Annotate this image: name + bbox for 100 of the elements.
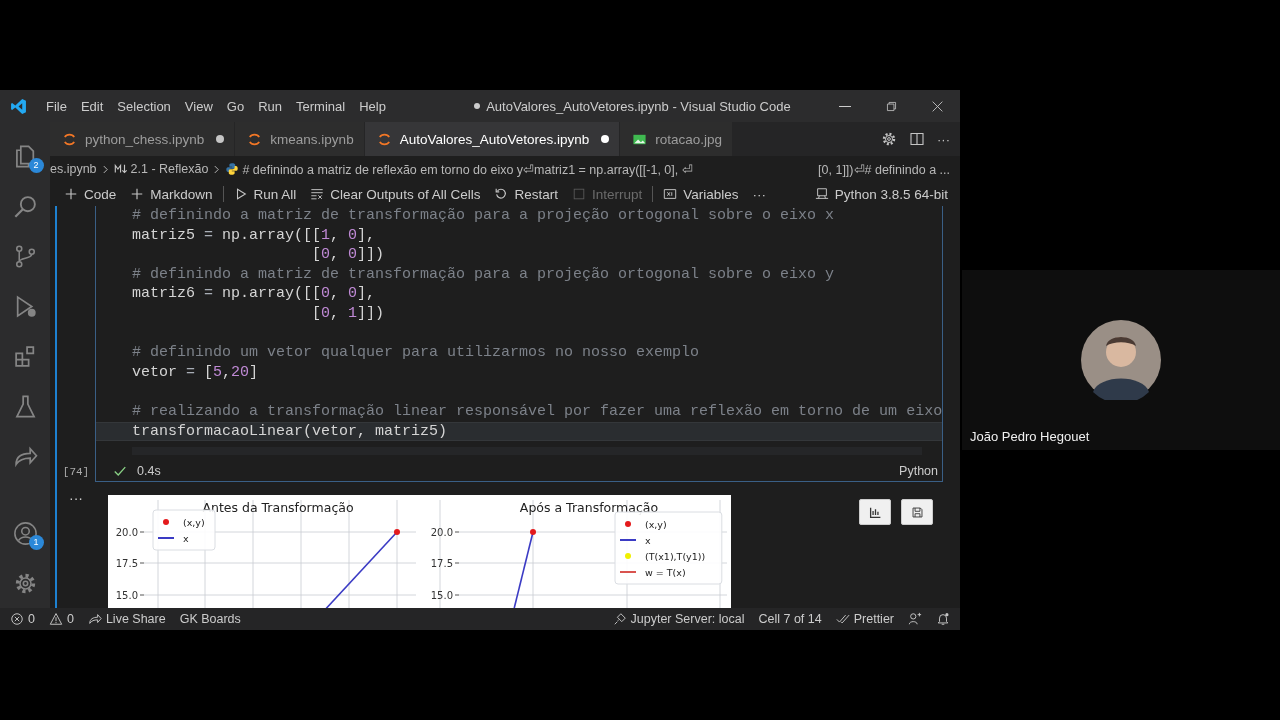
toolbar-button[interactable]: Restart (488, 183, 564, 205)
status-item[interactable]: Prettier (835, 612, 894, 626)
notebook-icon (62, 131, 77, 147)
status-item[interactable]: 0 (10, 612, 35, 626)
menu-item[interactable]: Terminal (289, 98, 353, 114)
person-icon (908, 612, 922, 626)
legend-label: w = T(x) (645, 566, 686, 578)
notification-badge: 1 (28, 535, 44, 550)
status-item[interactable]: Jupyter Server: local (612, 612, 745, 626)
tick-label: 15.0 (430, 590, 453, 602)
menu-item[interactable]: Help (352, 98, 393, 114)
cell-language[interactable]: Python (899, 464, 938, 479)
toolbar-button[interactable]: Markdown (124, 183, 219, 205)
notification-badge: 2 (28, 158, 44, 173)
tick-label: 15.0 (115, 590, 138, 602)
execution-count: [74] (62, 466, 90, 479)
participant-name: João Pedro Hegouet (970, 429, 1090, 444)
restore-icon (884, 99, 898, 113)
code-cell[interactable] (95, 206, 943, 483)
error-icon (10, 612, 24, 626)
plus-icon (64, 187, 78, 201)
code-line: # definindo a matriz de transformação para a projeção ortogonal sobre o eixo x (132, 207, 835, 224)
code-line: [0, 0]]) (311, 246, 385, 264)
code-line: # realizando a transformação linear responsável por fazer uma reflexão em torno de um eixo (132, 402, 943, 420)
legend-label: (T(x1),T(y1)) (645, 550, 706, 562)
toolbar-button[interactable]: Run All (227, 183, 303, 205)
status-item[interactable] (908, 612, 922, 626)
status-item[interactable]: Live Share (87, 612, 166, 626)
menu-item[interactable]: View (177, 98, 220, 114)
minimize-icon (839, 105, 851, 107)
code-line: matriz5 = np.array([[1, 0], (132, 226, 376, 244)
plot-title: Antes da Transformação (202, 500, 354, 516)
variables-icon (663, 187, 678, 201)
tick-label: 20.0 (430, 527, 453, 539)
stop-icon (571, 187, 586, 201)
plug-icon (612, 612, 627, 626)
split-editor-icon[interactable] (909, 131, 925, 147)
kernel-picker[interactable]: Python 3.8.5 64-bit (808, 183, 954, 205)
toolbar-button[interactable]: Clear Outputs of All Cells (304, 183, 487, 205)
more-button[interactable]: ··· (746, 183, 772, 205)
more-actions-button[interactable]: ··· (937, 131, 950, 147)
share-icon (87, 612, 102, 626)
legend-label: x (645, 534, 651, 546)
menu-item[interactable]: Run (251, 98, 289, 114)
breadcrumb-item[interactable]: 2.1 - Reflexão (130, 162, 209, 176)
duration: 0.4s (137, 464, 161, 479)
menu-item[interactable]: Selection (110, 98, 178, 114)
data-point (530, 529, 536, 536)
breadcrumb-item[interactable]: es.ipynb (50, 162, 97, 176)
modified-dot (216, 135, 225, 143)
toolbar-button[interactable]: Variables (657, 183, 745, 205)
menu-item[interactable]: Go (219, 98, 252, 114)
search-icon[interactable] (12, 193, 38, 219)
notebook-icon (376, 131, 392, 147)
tick-label: 17.5 (430, 558, 453, 570)
toolbar-button[interactable]: Code (58, 183, 123, 205)
save-button[interactable] (901, 499, 933, 526)
tick-mark (454, 594, 460, 596)
editor-tab[interactable]: python_chess.ipynb (50, 122, 236, 156)
tick-mark (139, 562, 145, 564)
tick-label: 20.0 (115, 527, 138, 539)
tab-label: rotacao.jpg (655, 131, 723, 147)
notebook-icon (247, 131, 263, 147)
legend-label: (x,y) (645, 518, 667, 530)
restart-icon (494, 187, 509, 201)
bell-icon (936, 612, 950, 626)
account-icon[interactable] (12, 520, 38, 546)
breadcrumb-item[interactable]: # definindo a matriz de reflexão em torno do eixo y⏎matriz1 = np.array([[-1, 0], ⏎ (242, 161, 693, 177)
breadcrumb-item[interactable]: [0, 1]])⏎# definindo a ... (818, 161, 950, 177)
code-line: # definindo um vetor qualquer para utilizarmos no nosso exemplo (132, 344, 700, 362)
status-item[interactable]: Cell 7 of 14 (758, 612, 822, 626)
status-item[interactable] (936, 612, 950, 626)
chart-button[interactable] (859, 499, 891, 526)
window-title: AutoValores_AutoVetores.ipynb - Visual Studio Code (486, 98, 791, 114)
data-point (394, 529, 400, 536)
tab-label: AutoValores_AutoVetores.ipynb (399, 131, 590, 147)
tick-mark (139, 594, 145, 596)
editor-tab[interactable]: kmeans.ipynb (235, 122, 365, 156)
menu-item[interactable]: Edit (73, 98, 111, 114)
code-line: # definindo a matriz de transformação para a projeção ortogonal sobre o eixo y (132, 265, 835, 283)
tick-label: 17.5 (115, 558, 138, 570)
output-menu-button[interactable]: ··· (69, 490, 83, 507)
status-item[interactable]: 0 (48, 612, 74, 626)
status-item[interactable]: GK Boards (179, 612, 241, 626)
save-icon (910, 505, 924, 519)
python-icon (225, 162, 240, 176)
plot-title: Após a Transformação (519, 500, 659, 516)
modified-dot (601, 135, 610, 143)
close-icon (930, 99, 944, 113)
warning-icon (48, 612, 63, 626)
settings-icon[interactable] (881, 131, 897, 147)
tick-mark (454, 562, 460, 564)
menu-item[interactable]: File (39, 98, 74, 114)
tick-mark (139, 531, 145, 533)
tick-mark (454, 531, 460, 533)
editor-tab[interactable]: AutoValores_AutoVetores.ipynb (364, 122, 621, 156)
code-line: matriz6 = np.array([[0, 0], (132, 285, 376, 303)
editor-tab[interactable]: rotacao.jpg (620, 122, 734, 156)
double-check-icon (835, 612, 850, 626)
clear-outputs-icon (310, 187, 325, 201)
